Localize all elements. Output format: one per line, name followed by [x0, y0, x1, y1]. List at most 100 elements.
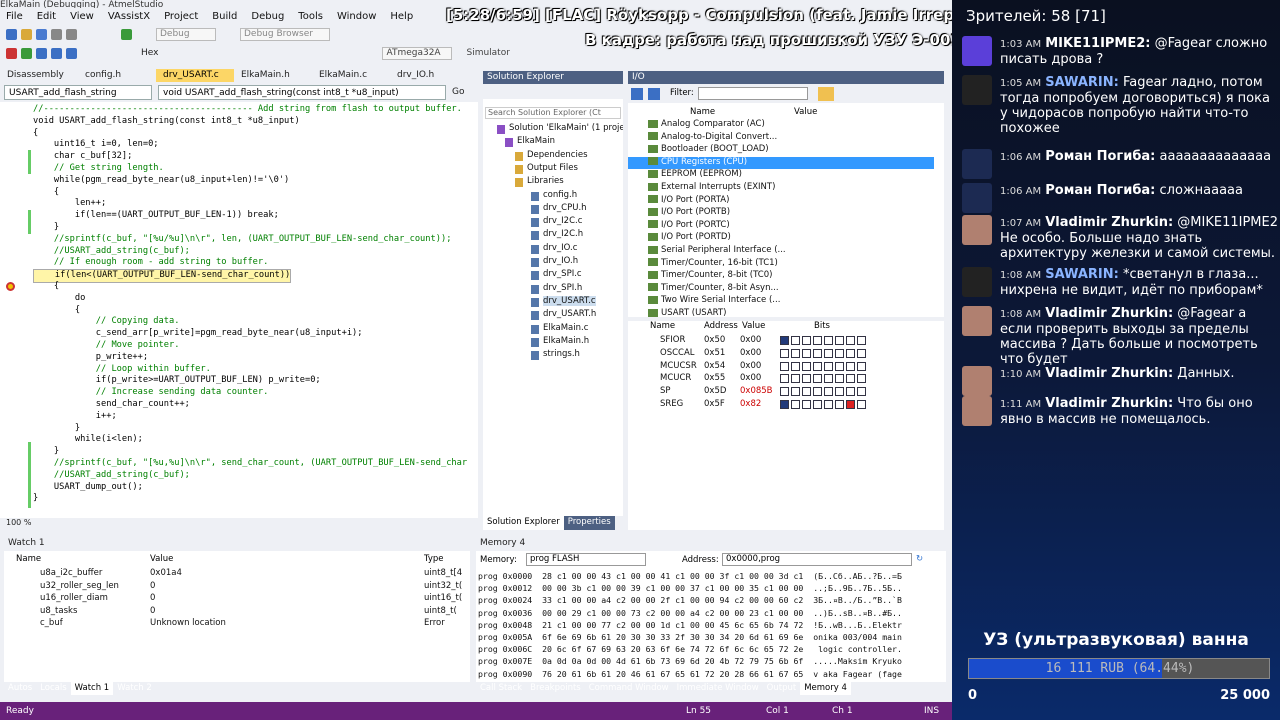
undo-icon[interactable]: [51, 28, 62, 40]
menu-item[interactable]: Build: [212, 11, 237, 22]
io-view-icon[interactable]: [631, 88, 643, 100]
device-label[interactable]: ATmega32A: [382, 46, 453, 60]
memory-header[interactable]: Memory 4: [476, 537, 946, 550]
watch-header[interactable]: Watch 1: [4, 537, 470, 550]
breakpoint-icon[interactable]: [6, 282, 15, 291]
memory-tab-4[interactable]: Output: [763, 682, 801, 695]
se-item-8[interactable]: drv_I2C.h: [543, 229, 583, 239]
tool-label[interactable]: Simulator: [466, 48, 509, 58]
menu-item[interactable]: View: [70, 11, 94, 22]
menu-item[interactable]: Window: [337, 11, 376, 22]
menu-item[interactable]: Debug: [251, 11, 284, 22]
register-bit[interactable]: [780, 387, 789, 397]
se-item-12[interactable]: drv_SPI.h: [543, 283, 582, 293]
register-bit[interactable]: [835, 374, 844, 384]
tab-2[interactable]: drv_USART.c: [156, 69, 234, 82]
menu-item[interactable]: Tools: [298, 11, 323, 22]
se-item-16[interactable]: ElkaMain.h: [543, 336, 589, 346]
register-bit[interactable]: [824, 348, 833, 358]
register-bit[interactable]: [791, 400, 800, 409]
zoom-level[interactable]: 100 %: [0, 518, 478, 530]
register-bit[interactable]: [802, 336, 811, 345]
watch-row[interactable]: c_buf Unknown location Error: [4, 618, 470, 630]
io-module[interactable]: Timer/Counter, 8-bit (TC0): [628, 270, 934, 282]
refresh-icon[interactable]: ↻: [916, 554, 923, 564]
se-tab-0[interactable]: Solution Explorer: [483, 516, 564, 530]
register-bit[interactable]: [824, 387, 833, 397]
watch-row[interactable]: u8_tasks 0 uint8_t(: [4, 606, 470, 618]
register-bit[interactable]: [813, 387, 822, 397]
tab-3[interactable]: ElkaMain.h: [234, 69, 312, 82]
step-over-icon[interactable]: [51, 47, 62, 59]
tab-1[interactable]: config.h: [78, 69, 156, 82]
se-item-11[interactable]: drv_SPI.c: [543, 269, 582, 279]
register-bit[interactable]: [857, 374, 866, 384]
build-icon[interactable]: [121, 28, 132, 40]
watch-row[interactable]: u8a_i2c_buffer 0x01a4 uint8_t[4: [4, 568, 470, 580]
io-module[interactable]: EEPROM (EEPROM): [628, 169, 934, 181]
register-bit[interactable]: [835, 336, 844, 345]
save-icon[interactable]: [36, 28, 47, 40]
io-module[interactable]: Bootloader (BOOT_LOAD): [628, 144, 934, 156]
register-bit[interactable]: [846, 336, 855, 345]
register-row[interactable]: MCUCR 0x55 0x00: [628, 373, 934, 385]
io-module[interactable]: I/O Port (PORTB): [628, 207, 934, 219]
tab-0[interactable]: Disassembly: [0, 69, 78, 82]
register-bit[interactable]: [802, 400, 811, 409]
se-item-13[interactable]: drv_USART.c: [543, 295, 596, 306]
register-bit[interactable]: [813, 400, 822, 409]
se-item-15[interactable]: ElkaMain.c: [543, 323, 588, 333]
watch-tab-2[interactable]: Watch 1: [70, 682, 114, 695]
scope-dropdown[interactable]: USART_add_flash_string: [4, 85, 152, 100]
register-bit[interactable]: [824, 374, 833, 384]
tab-4[interactable]: ElkaMain.c: [312, 69, 390, 82]
io-module[interactable]: Analog-to-Digital Convert...: [628, 132, 934, 144]
continue-icon[interactable]: [21, 47, 32, 59]
se-search-input[interactable]: Search Solution Explorer (Ct: [485, 107, 621, 119]
se-tab-1[interactable]: Properties: [563, 516, 615, 530]
register-bit[interactable]: [791, 361, 800, 371]
new-project-icon[interactable]: [6, 28, 17, 40]
register-bit[interactable]: [846, 387, 855, 397]
redo-icon[interactable]: [66, 28, 77, 40]
address-input[interactable]: 0x0000,prog: [722, 553, 912, 566]
memory-tab-2[interactable]: Command Window: [585, 682, 673, 695]
config-combo[interactable]: Debug: [156, 27, 216, 41]
code-editor[interactable]: //--------------------------------------…: [0, 102, 478, 518]
menu-item[interactable]: Help: [390, 11, 413, 22]
register-bit[interactable]: [802, 348, 811, 358]
open-icon[interactable]: [21, 28, 32, 40]
register-bit[interactable]: [824, 361, 833, 371]
register-bit[interactable]: [791, 348, 800, 358]
io-module[interactable]: I/O Port (PORTC): [628, 220, 934, 232]
register-row[interactable]: SFIOR 0x50 0x00: [628, 335, 934, 347]
register-bit[interactable]: [791, 336, 800, 345]
se-item-7[interactable]: drv_I2C.c: [543, 216, 582, 226]
register-row[interactable]: SREG 0x5F 0x82: [628, 399, 934, 411]
register-bit[interactable]: [813, 361, 822, 371]
menu-item[interactable]: VAssistX: [108, 11, 150, 22]
io-module[interactable]: Timer/Counter, 8-bit Asyn...: [628, 283, 934, 295]
register-bit[interactable]: [813, 348, 822, 358]
io-module[interactable]: USART (USART): [628, 308, 934, 320]
register-bit[interactable]: [780, 348, 789, 358]
watch-tab-1[interactable]: Locals: [36, 682, 70, 695]
se-item-14[interactable]: drv_USART.h: [543, 309, 596, 319]
tab-5[interactable]: drv_IO.h: [390, 69, 468, 82]
register-bit[interactable]: [835, 387, 844, 397]
watch-row[interactable]: u32_roller_seg_len 0 uint32_t(: [4, 581, 470, 593]
watch-tab-0[interactable]: Autos: [4, 682, 36, 695]
io-header[interactable]: I/O: [628, 71, 944, 84]
menu-item[interactable]: Project: [164, 11, 198, 22]
watch-tab-3[interactable]: Watch 2: [113, 682, 156, 695]
filter-input[interactable]: [698, 87, 808, 100]
member-dropdown[interactable]: void USART_add_flash_string(const int8_t…: [158, 85, 446, 100]
register-bit[interactable]: [857, 348, 866, 358]
register-bit[interactable]: [857, 336, 866, 345]
register-bit[interactable]: [791, 387, 800, 397]
se-item-0[interactable]: Solution 'ElkaMain' (1 project: [509, 123, 623, 133]
solution-explorer-header[interactable]: Solution Explorer: [483, 71, 623, 84]
se-item-17[interactable]: strings.h: [543, 349, 580, 359]
io-module[interactable]: Serial Peripheral Interface (...: [628, 245, 934, 257]
memory-tab-5[interactable]: Memory 4: [800, 682, 851, 695]
